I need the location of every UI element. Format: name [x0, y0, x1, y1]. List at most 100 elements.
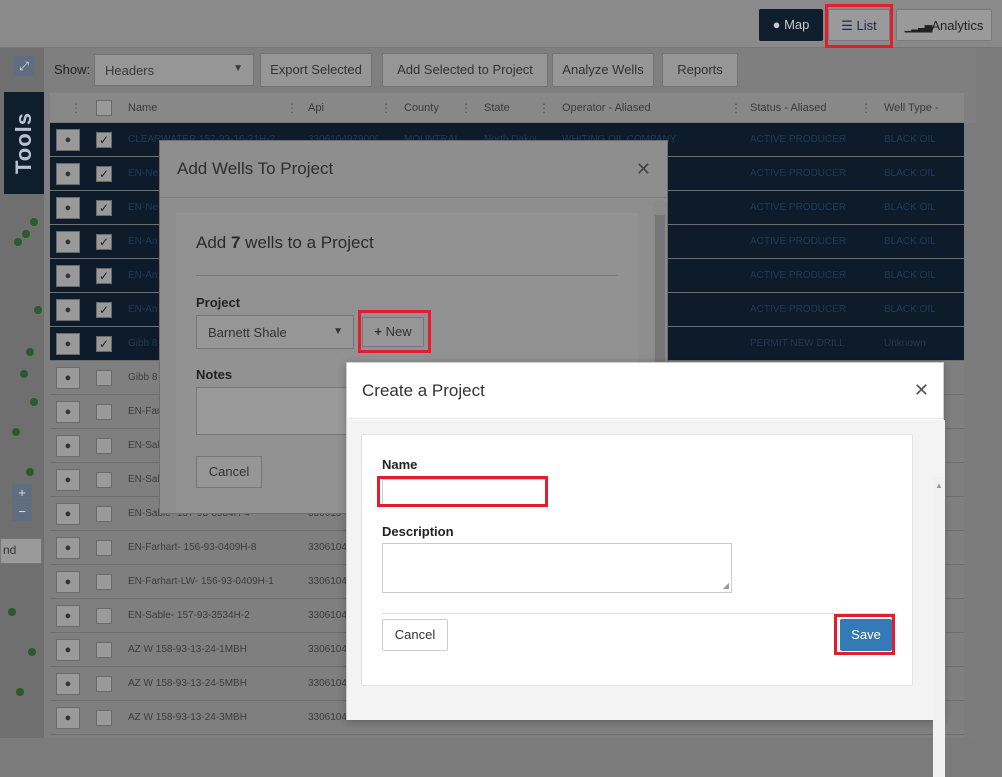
- scroll-up-icon[interactable]: ▲: [935, 481, 943, 490]
- save-button[interactable]: Save: [840, 619, 892, 651]
- create-project-scrollbar[interactable]: ▲: [933, 477, 945, 777]
- create-project-cancel-button[interactable]: Cancel: [382, 619, 448, 651]
- close-icon[interactable]: ✕: [636, 159, 651, 180]
- globe-icon[interactable]: ●: [56, 129, 80, 151]
- map-well-dot: [16, 688, 24, 696]
- cell-type: BLACK OIL: [884, 134, 936, 145]
- row-checkbox[interactable]: ✓: [96, 132, 112, 148]
- resize-handle-icon[interactable]: ◢: [723, 581, 729, 590]
- analytics-view-button[interactable]: ▁▂▃▅Analytics: [896, 9, 992, 41]
- add-selected-to-project-button[interactable]: Add Selected to Project: [382, 53, 548, 87]
- globe-icon[interactable]: ●: [56, 367, 80, 389]
- row-checkbox[interactable]: ✓: [96, 268, 112, 284]
- column-menu-icon[interactable]: ⋮: [380, 93, 392, 123]
- globe-icon[interactable]: ●: [56, 605, 80, 627]
- zoom-out-button[interactable]: −: [12, 503, 32, 521]
- map-well-dot: [26, 468, 34, 476]
- column-header-name[interactable]: Name: [128, 93, 157, 123]
- new-project-button[interactable]: + New: [362, 317, 424, 347]
- export-selected-button[interactable]: Export Selected: [260, 53, 372, 87]
- column-header-county[interactable]: County: [404, 93, 439, 123]
- cell-type: BLACK OIL: [884, 304, 936, 315]
- map-view-button[interactable]: ● Map: [759, 9, 823, 41]
- plus-icon: +: [374, 324, 382, 339]
- column-menu-icon[interactable]: ⋮: [860, 93, 872, 123]
- add-wells-cancel-button[interactable]: Cancel: [196, 456, 262, 488]
- row-checkbox[interactable]: [96, 642, 112, 658]
- row-checkbox[interactable]: [96, 710, 112, 726]
- globe-icon[interactable]: ●: [56, 299, 80, 321]
- column-menu-icon[interactable]: ⋮: [70, 93, 82, 123]
- zoom-in-button[interactable]: +: [12, 484, 32, 502]
- column-menu-icon[interactable]: ⋮: [460, 93, 472, 123]
- grid-scrollbar[interactable]: [964, 123, 976, 738]
- row-checkbox[interactable]: [96, 438, 112, 454]
- globe-icon[interactable]: ●: [56, 469, 80, 491]
- cell-name: EN-Sable- 157-93-3534H-2: [128, 610, 250, 621]
- map-well-dot: [30, 218, 38, 226]
- project-select[interactable]: Barnett Shale ▼: [196, 315, 354, 349]
- column-menu-icon[interactable]: ⋮: [538, 93, 550, 123]
- column-header-api[interactable]: Api: [308, 93, 324, 123]
- map-search-field[interactable]: nd: [0, 538, 42, 564]
- cell-status: ACTIVE PRODUCER: [750, 168, 847, 179]
- project-label: Project: [196, 295, 241, 310]
- row-checkbox[interactable]: [96, 540, 112, 556]
- row-checkbox[interactable]: [96, 574, 112, 590]
- tools-tab[interactable]: Tools: [4, 92, 44, 194]
- globe-icon[interactable]: ●: [56, 435, 80, 457]
- globe-icon[interactable]: ●: [56, 673, 80, 695]
- project-description-textarea[interactable]: ◢: [382, 543, 732, 593]
- analyze-wells-button[interactable]: Analyze Wells: [552, 53, 654, 87]
- globe-icon: ●: [772, 17, 781, 32]
- globe-icon[interactable]: ●: [56, 231, 80, 253]
- globe-icon[interactable]: ●: [56, 163, 80, 185]
- list-toolbar: Show: Headers ▼ Export Selected Add Sele…: [44, 48, 976, 92]
- cell-type: BLACK OIL: [884, 270, 936, 281]
- globe-icon[interactable]: ●: [56, 707, 80, 729]
- row-checkbox[interactable]: [96, 608, 112, 624]
- row-checkbox[interactable]: ✓: [96, 336, 112, 352]
- column-header-status[interactable]: Status - Aliased: [750, 93, 826, 123]
- row-checkbox[interactable]: [96, 370, 112, 386]
- row-checkbox[interactable]: ✓: [96, 302, 112, 318]
- bar-chart-icon: ▁▂▃▅: [904, 22, 933, 33]
- globe-icon[interactable]: ●: [56, 503, 80, 525]
- row-checkbox[interactable]: [96, 404, 112, 420]
- globe-icon[interactable]: ●: [56, 537, 80, 559]
- close-icon[interactable]: ✕: [914, 380, 929, 401]
- map-well-dot: [28, 648, 36, 656]
- add-wells-modal-header: Add Wells To Project ✕: [160, 141, 667, 198]
- row-checkbox[interactable]: [96, 506, 112, 522]
- globe-icon[interactable]: ●: [56, 333, 80, 355]
- show-select[interactable]: Headers ▼: [94, 54, 254, 86]
- column-header-well-type[interactable]: Well Type - Alias: [884, 93, 964, 123]
- list-view-button[interactable]: ☰ List: [828, 9, 890, 41]
- row-checkbox[interactable]: [96, 472, 112, 488]
- expand-icon[interactable]: ⤢: [14, 56, 34, 76]
- row-checkbox[interactable]: ✓: [96, 234, 112, 250]
- globe-icon[interactable]: ●: [56, 265, 80, 287]
- row-checkbox[interactable]: ✓: [96, 200, 112, 216]
- globe-icon[interactable]: ●: [56, 571, 80, 593]
- cell-name: EN-Farhart- 156-93-0409H-8: [128, 542, 257, 553]
- show-label: Show:: [54, 62, 91, 77]
- globe-icon[interactable]: ●: [56, 401, 80, 423]
- select-all-checkbox[interactable]: [96, 100, 112, 116]
- column-menu-icon[interactable]: ⋮: [730, 93, 742, 123]
- row-checkbox[interactable]: ✓: [96, 166, 112, 182]
- add-wells-subtitle: Add 7 wells to a Project: [196, 233, 374, 252]
- globe-icon[interactable]: ●: [56, 197, 80, 219]
- globe-icon[interactable]: ●: [56, 639, 80, 661]
- column-header-operator[interactable]: Operator - Aliased: [562, 93, 651, 123]
- cell-name: AZ W 158-93-13-24-1MBH: [128, 644, 247, 655]
- map-well-dot: [20, 370, 28, 378]
- project-name-input[interactable]: [382, 479, 546, 505]
- cell-status: ACTIVE PRODUCER: [750, 270, 847, 281]
- cell-type: BLACK OIL: [884, 202, 936, 213]
- reports-button[interactable]: Reports: [662, 53, 738, 87]
- column-menu-icon[interactable]: ⋮: [286, 93, 298, 123]
- row-checkbox[interactable]: [96, 676, 112, 692]
- cell-status: ACTIVE PRODUCER: [750, 134, 847, 145]
- column-header-state[interactable]: State: [484, 93, 510, 123]
